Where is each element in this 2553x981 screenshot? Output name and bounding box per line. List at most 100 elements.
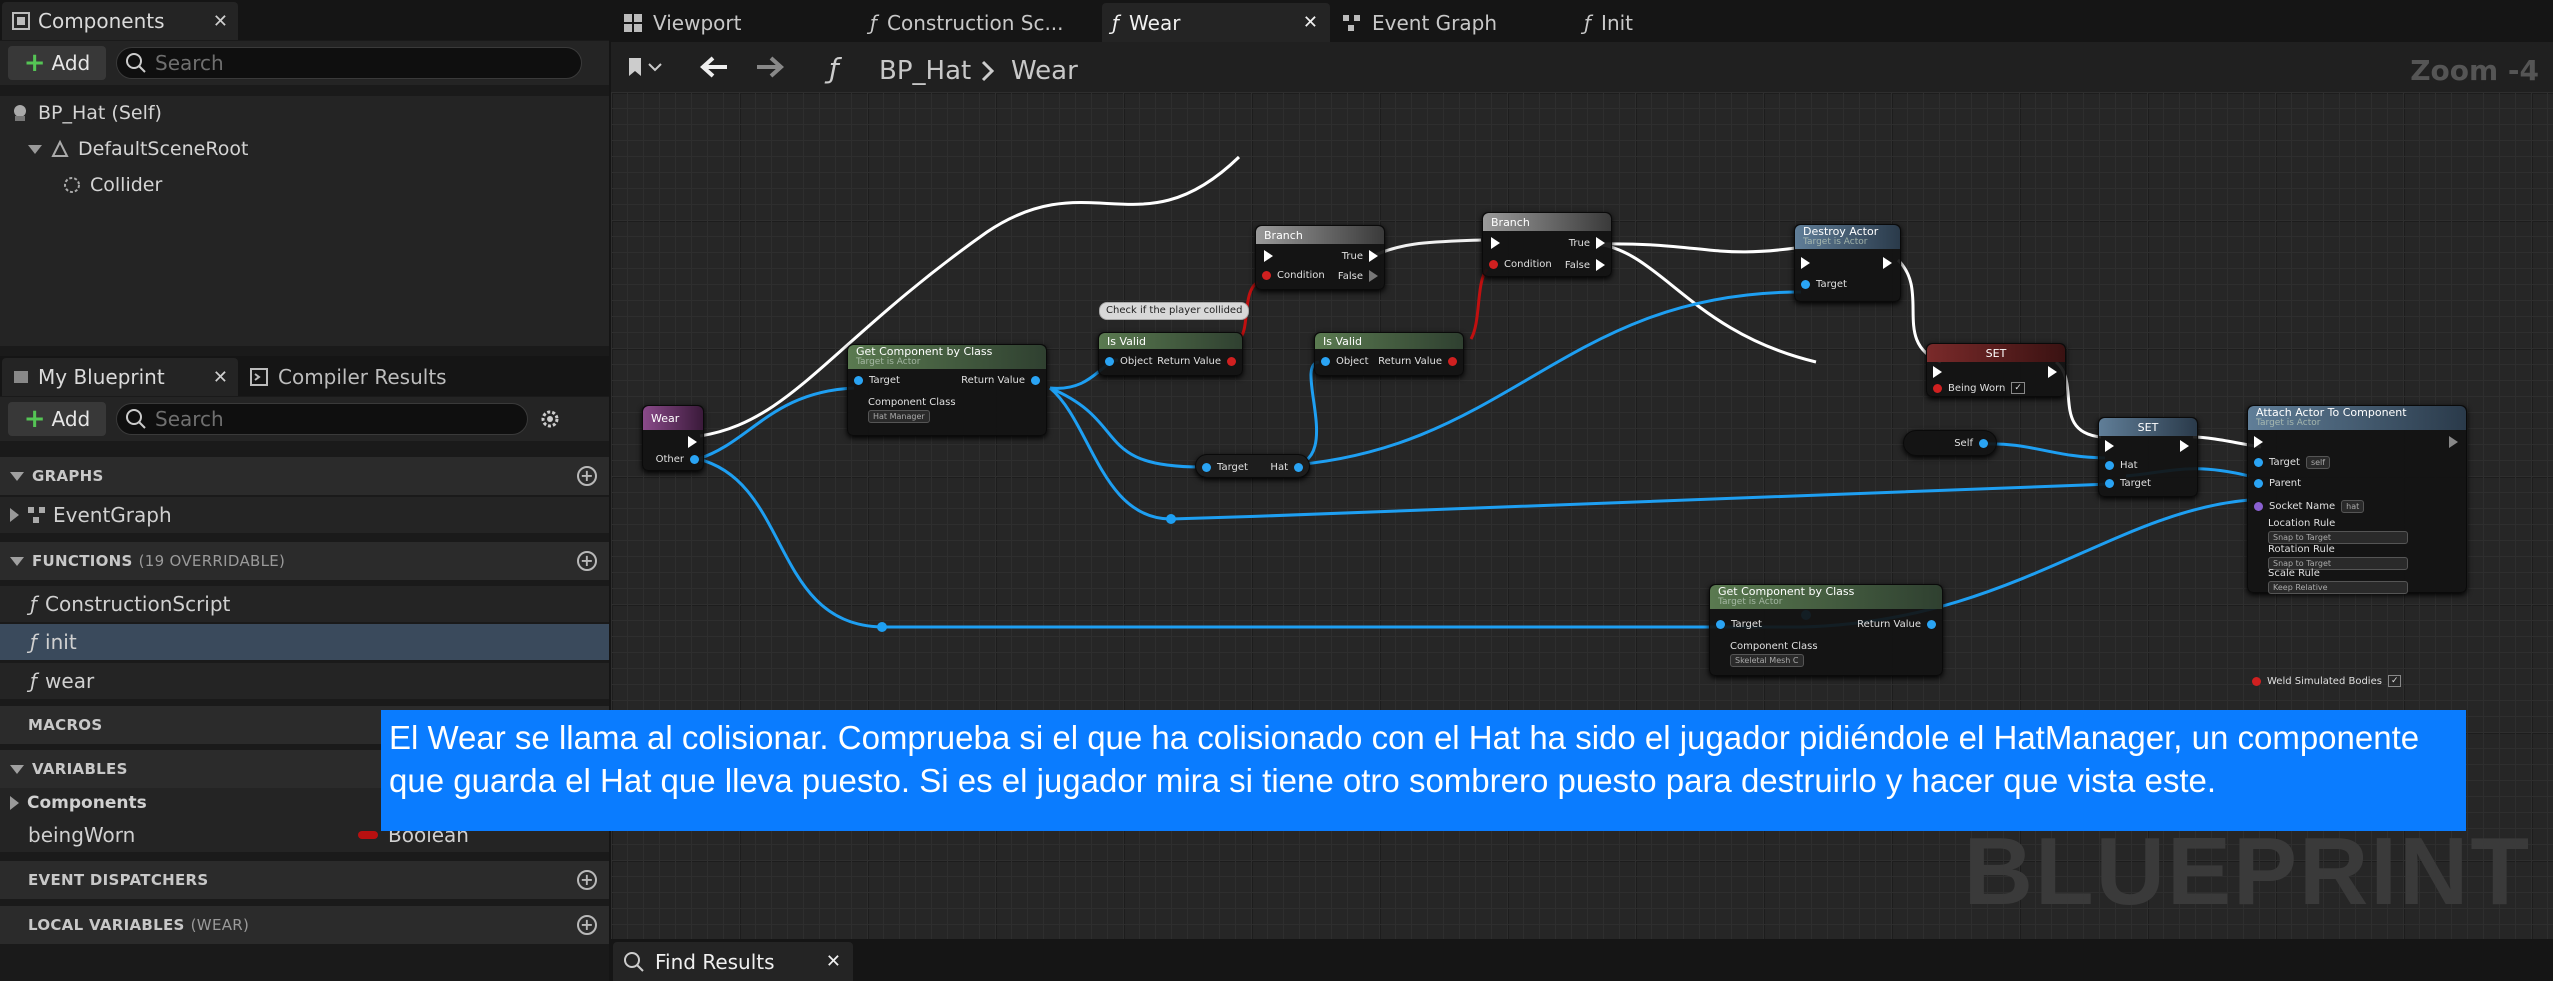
- tab-wear[interactable]: ƒ Wear ✕: [1102, 3, 1330, 42]
- chevron-down-icon[interactable]: [28, 144, 42, 154]
- pin-condition[interactable]: Condition: [1489, 259, 1552, 270]
- close-icon[interactable]: ✕: [213, 367, 228, 388]
- pin-weld-simulated-bodies[interactable]: Weld Simulated Bodies ✓: [2252, 675, 2402, 687]
- socket-value-field[interactable]: hat: [2341, 500, 2365, 513]
- class-dropdown[interactable]: Hat Manager: [868, 410, 930, 423]
- node-get-component-hatmanager[interactable]: Get Component by Class Target is Actor Ta…: [847, 344, 1047, 436]
- forward-arrow-icon[interactable]: [755, 54, 785, 84]
- tab-event-graph[interactable]: Event Graph: [1332, 3, 1572, 42]
- exec-pin-icon[interactable]: [2105, 440, 2114, 452]
- node-wear-entry[interactable]: Wear Other: [642, 405, 704, 471]
- pin-component-class[interactable]: Component Class Skeletal Mesh C: [1730, 641, 1818, 667]
- pin-condition[interactable]: Condition: [1262, 270, 1325, 281]
- section-event-dispatchers[interactable]: EVENT DISPATCHERS +: [0, 861, 609, 899]
- function-item-init[interactable]: ƒ init: [0, 624, 609, 660]
- add-function-icon[interactable]: +: [577, 551, 597, 571]
- location-rule-dropdown[interactable]: Snap to Target: [2268, 531, 2408, 544]
- pin-hat[interactable]: Hat: [1270, 462, 1303, 473]
- pin-location-rule[interactable]: Location Rule Snap to Target: [2268, 518, 2408, 544]
- pin-target[interactable]: Target self: [2254, 456, 2331, 469]
- add-component-button[interactable]: + Add: [8, 46, 106, 80]
- pin-socket-name[interactable]: Socket Name hat: [2254, 500, 2365, 513]
- pin-true[interactable]: True: [1569, 237, 1605, 249]
- pin-return-value[interactable]: Return Value: [1378, 356, 1457, 367]
- node-get-hat[interactable]: Target Hat: [1195, 454, 1310, 478]
- pin-return-value[interactable]: Return Value: [961, 375, 1040, 386]
- pin-target[interactable]: Target: [1716, 619, 1762, 630]
- section-graphs[interactable]: GRAPHS +: [0, 457, 609, 495]
- scale-rule-dropdown[interactable]: Keep Relative: [2268, 581, 2408, 594]
- checkbox-checked-icon[interactable]: ✓: [2011, 382, 2025, 394]
- pin-true[interactable]: True: [1342, 250, 1378, 262]
- checkbox-checked-icon[interactable]: ✓: [2387, 675, 2402, 687]
- target-value-field[interactable]: self: [2305, 456, 2331, 469]
- add-graph-icon[interactable]: +: [577, 466, 597, 486]
- tab-find-results[interactable]: Find Results ✕: [613, 942, 853, 981]
- bookmark-icon[interactable]: [627, 56, 663, 82]
- pin-component-class[interactable]: Component Class Hat Manager: [854, 397, 956, 423]
- exec-pin-icon[interactable]: [1883, 257, 1892, 269]
- node-branch-1[interactable]: Branch True Condition False: [1255, 225, 1385, 290]
- close-icon[interactable]: ✕: [826, 951, 841, 972]
- exec-pin-icon[interactable]: [688, 436, 697, 448]
- class-dropdown[interactable]: Skeletal Mesh C: [1730, 654, 1804, 667]
- pin-rotation-rule[interactable]: Rotation Rule Snap to Target: [2268, 544, 2408, 570]
- exec-pin-icon[interactable]: [1491, 237, 1500, 249]
- exec-pin-icon[interactable]: [1801, 257, 1810, 269]
- node-branch-2[interactable]: Branch True Condition False: [1482, 212, 1612, 277]
- function-item-wear[interactable]: ƒ wear: [0, 663, 609, 699]
- gear-icon[interactable]: [538, 407, 562, 431]
- pin-target[interactable]: Target: [2105, 478, 2151, 489]
- pin-false[interactable]: False: [1565, 259, 1605, 271]
- close-icon[interactable]: ✕: [1303, 12, 1318, 33]
- pin-false[interactable]: False: [1338, 270, 1378, 282]
- node-is-valid-2[interactable]: Is Valid Object Return Value: [1314, 332, 1464, 376]
- pin-target[interactable]: Target: [854, 375, 900, 386]
- add-local-variable-icon[interactable]: +: [577, 915, 597, 935]
- chevron-right-icon[interactable]: [10, 796, 19, 810]
- pin-return-value[interactable]: Return Value: [1157, 356, 1236, 367]
- components-search-input[interactable]: Search: [116, 47, 582, 79]
- exec-pin-icon[interactable]: [2048, 366, 2057, 378]
- node-destroy-actor[interactable]: Destroy Actor Target is Actor Target: [1794, 224, 1901, 302]
- exec-pin-icon[interactable]: [2449, 436, 2458, 448]
- pin-target[interactable]: Target: [1801, 279, 1847, 290]
- tab-compiler-results[interactable]: Compiler Results: [240, 358, 460, 396]
- tree-item-defaultsceneroot[interactable]: DefaultSceneRoot: [28, 138, 248, 160]
- exec-pin-icon[interactable]: [2180, 440, 2189, 452]
- tab-my-blueprint[interactable]: My Blueprint ✕: [2, 358, 238, 396]
- pin-other[interactable]: Other: [656, 454, 699, 465]
- blueprint-search-input[interactable]: Search: [116, 403, 528, 435]
- close-icon[interactable]: ✕: [213, 11, 228, 32]
- add-member-button[interactable]: + Add: [8, 402, 106, 436]
- tab-construction-script[interactable]: ƒ Construction Sc...: [860, 3, 1100, 42]
- pin-object[interactable]: Object: [1321, 356, 1369, 367]
- tab-viewport[interactable]: Viewport: [613, 3, 858, 42]
- pin-object[interactable]: Object: [1105, 356, 1153, 367]
- pin-parent[interactable]: Parent: [2254, 478, 2301, 489]
- exec-pin-icon[interactable]: [2254, 436, 2263, 448]
- section-local-variables[interactable]: LOCAL VARIABLES (WEAR) +: [0, 906, 609, 944]
- node-is-valid-1[interactable]: Is Valid Object Return Value: [1098, 332, 1243, 376]
- pin-being-worn[interactable]: Being Worn ✓: [1933, 382, 2025, 394]
- pin-scale-rule[interactable]: Scale Rule Keep Relative: [2268, 568, 2408, 594]
- exec-pin-icon[interactable]: [1264, 250, 1273, 262]
- exec-pin-icon[interactable]: [1933, 366, 1942, 378]
- pin-self[interactable]: Self: [1954, 438, 1988, 449]
- back-arrow-icon[interactable]: [699, 54, 729, 84]
- node-get-component-skeletalmesh[interactable]: Get Component by Class Target is Actor Ta…: [1709, 584, 1943, 676]
- pin-hat[interactable]: Hat: [2105, 460, 2138, 471]
- breadcrumb-blueprint[interactable]: BP_Hat: [879, 56, 971, 86]
- tree-item-self[interactable]: BP_Hat (Self): [10, 102, 162, 124]
- breadcrumb-function[interactable]: Wear: [1011, 56, 1078, 86]
- graph-item-eventgraph[interactable]: EventGraph: [0, 497, 609, 533]
- node-self[interactable]: Self: [1903, 430, 1997, 456]
- section-functions[interactable]: FUNCTIONS (19 OVERRIDABLE) +: [0, 542, 609, 580]
- tab-init[interactable]: ƒ Init: [1574, 3, 1774, 42]
- pin-target[interactable]: Target: [1202, 462, 1248, 473]
- node-set-hat[interactable]: SET Hat Target: [2098, 417, 2198, 497]
- comment-bubble[interactable]: Check if the player collided: [1099, 302, 1250, 320]
- node-set-being-worn[interactable]: SET Being Worn ✓: [1926, 343, 2066, 397]
- tree-item-collider[interactable]: Collider: [62, 174, 162, 196]
- tab-components[interactable]: Components ✕: [2, 2, 238, 40]
